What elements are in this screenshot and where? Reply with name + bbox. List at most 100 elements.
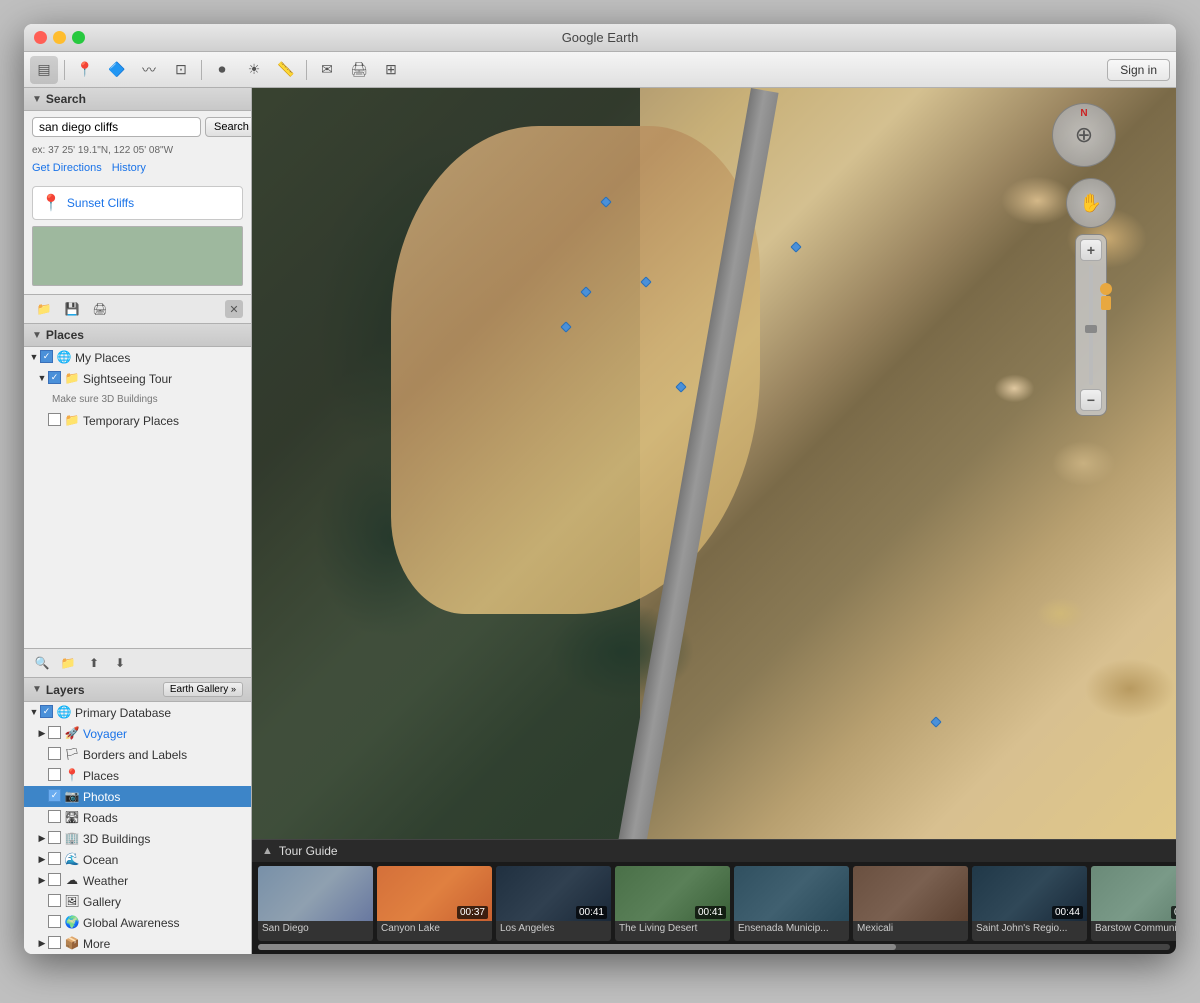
search-button[interactable]: Search — [205, 117, 252, 137]
sightseeing-checkbox[interactable]: ✓ — [48, 371, 61, 384]
window-controls — [34, 31, 85, 44]
tree-item-ocean[interactable]: ▶ 🌊 Ocean — [24, 849, 251, 870]
nav-compass[interactable]: N ⊕ — [1052, 103, 1116, 167]
tour-item-living-desert[interactable]: 00:41 The Living Desert — [615, 866, 730, 941]
add-polygon-button[interactable]: 🔷 — [103, 56, 131, 84]
sign-in-button[interactable]: Sign in — [1107, 59, 1170, 81]
tree-item-my-places[interactable]: ▼ ✓ 🌐 My Places — [24, 347, 251, 368]
photos-checkbox[interactable]: ✓ — [48, 789, 61, 802]
sightseeing-label: Sightseeing Tour — [83, 370, 247, 387]
move-down-button[interactable]: ⬇ — [108, 653, 132, 673]
tree-item-places-layer[interactable]: 📍 Places — [24, 765, 251, 786]
print-places-button[interactable]: 🖨 — [88, 299, 112, 319]
pan-control[interactable]: ✋ — [1066, 178, 1116, 228]
zoom-out-button[interactable]: − — [1080, 389, 1102, 411]
3d-buildings-checkbox[interactable] — [48, 831, 61, 844]
search-section-header[interactable]: ▼ Search — [24, 88, 251, 111]
ocean-checkbox[interactable] — [48, 852, 61, 865]
main-toolbar: ▤ 📍 🔷 〰 ⊡ ⏺ ☀ 📏 ✉ 🖨 ⊞ Sign in — [24, 52, 1176, 88]
places-toolbar: 🔍 📁 ⬆ ⬇ — [24, 648, 251, 677]
close-search-button[interactable]: ✕ — [225, 300, 243, 318]
tour-item-los-angeles[interactable]: 00:41 Los Angeles — [496, 866, 611, 941]
temporary-checkbox[interactable] — [48, 413, 61, 426]
global-awareness-checkbox[interactable] — [48, 915, 61, 928]
weather-checkbox[interactable] — [48, 873, 61, 886]
tour-thumb-san-diego — [258, 866, 373, 921]
ruler-button[interactable]: 📏 — [272, 56, 300, 84]
move-up-button[interactable]: ⬆ — [82, 653, 106, 673]
temporary-icon: 📁 — [64, 412, 80, 428]
tree-item-sightseeing[interactable]: ▼ ✓ 📁 Sightseeing Tour — [24, 368, 251, 389]
tour-item-mexicali[interactable]: Mexicali — [853, 866, 968, 941]
tour-item-barstow[interactable]: 00:44 Barstow Communit... — [1091, 866, 1176, 941]
borders-label: Borders and Labels — [83, 746, 247, 763]
pegman[interactable] — [1098, 283, 1114, 311]
tree-item-3d-buildings[interactable]: ▶ 🏢 3D Buildings — [24, 828, 251, 849]
voyager-checkbox[interactable] — [48, 726, 61, 739]
zoom-in-button[interactable]: + — [1080, 239, 1102, 261]
sidebar-toggle-button[interactable]: ▤ — [30, 56, 58, 84]
add-overlay-button[interactable]: ⊡ — [167, 56, 195, 84]
sightseeing-icon: 📁 — [64, 370, 80, 386]
roads-checkbox[interactable] — [48, 810, 61, 823]
maximize-button[interactable] — [72, 31, 85, 44]
tour-item-canyon-lake[interactable]: 00:37 Canyon Lake — [377, 866, 492, 941]
history-link[interactable]: History — [112, 162, 146, 174]
close-button[interactable] — [34, 31, 47, 44]
places-tree: ▼ ✓ 🌐 My Places ▼ ✓ 📁 Sightseeing Tour M… — [24, 347, 251, 648]
tree-item-global-awareness[interactable]: 🌍 Global Awareness — [24, 912, 251, 933]
main-window: Google Earth ▤ 📍 🔷 〰 ⊡ ⏺ ☀ 📏 ✉ 🖨 ⊞ Sign … — [24, 24, 1176, 954]
search-places-button[interactable]: 🔍 — [30, 653, 54, 673]
my-places-label: My Places — [75, 349, 247, 366]
add-placemark-button[interactable]: 📍 — [71, 56, 99, 84]
primary-db-checkbox[interactable]: ✓ — [40, 705, 53, 718]
add-folder-button[interactable]: 📁 — [32, 299, 56, 319]
places-layer-checkbox[interactable] — [48, 768, 61, 781]
tour-guide-toggle[interactable]: ▲ — [262, 845, 273, 857]
search-result-item[interactable]: 📍 Sunset Cliffs — [32, 186, 243, 220]
tree-item-gallery[interactable]: 🖼 Gallery — [24, 891, 251, 912]
gallery-checkbox[interactable] — [48, 894, 61, 907]
roads-label: Roads — [83, 809, 247, 826]
tree-item-weather[interactable]: ▶ ☁ Weather — [24, 870, 251, 891]
view-maps-button[interactable]: ⊞ — [377, 56, 405, 84]
more-label: More — [83, 935, 247, 952]
email-button[interactable]: ✉ — [313, 56, 341, 84]
zoom-track[interactable] — [1089, 265, 1093, 385]
tour-duration-canyon-lake: 00:37 — [457, 906, 488, 919]
minimize-button[interactable] — [53, 31, 66, 44]
tree-item-borders[interactable]: 🏳 Borders and Labels — [24, 744, 251, 765]
earth-gallery-button[interactable]: Earth Gallery » — [163, 682, 243, 697]
tree-item-photos[interactable]: ✓ 📷 Photos — [24, 786, 251, 807]
main-content-area: ▼ Search Search ex: 37 25' 19.1"N, 122 0… — [24, 88, 1176, 954]
left-panel: ▼ Search Search ex: 37 25' 19.1"N, 122 0… — [24, 88, 252, 954]
tree-item-primary-db[interactable]: ▼ ✓ 🌐 Primary Database — [24, 702, 251, 723]
tour-item-ensenada[interactable]: Ensenada Municip... — [734, 866, 849, 941]
tree-item-more[interactable]: ▶ 📦 More — [24, 933, 251, 954]
tour-item-san-diego[interactable]: San Diego — [258, 866, 373, 941]
gallery-toggle — [36, 893, 48, 909]
tour-item-saint-johns[interactable]: 00:44 Saint John's Regio... — [972, 866, 1087, 941]
tour-scrollbar[interactable] — [258, 944, 1170, 950]
record-tour-button[interactable]: ⏺ — [208, 56, 236, 84]
tour-guide-panel: ▲ Tour Guide San Diego 00:37 Canyon Lake… — [252, 839, 1176, 954]
my-places-checkbox[interactable]: ✓ — [40, 350, 53, 363]
zoom-thumb — [1085, 325, 1097, 333]
sun-button[interactable]: ☀ — [240, 56, 268, 84]
map-view[interactable]: N ⊕ ✋ + − — [252, 88, 1176, 839]
pegman-body — [1101, 296, 1111, 310]
add-path-button[interactable]: 〰 — [135, 56, 163, 84]
tree-item-roads[interactable]: 🛣 Roads — [24, 807, 251, 828]
primary-db-icon: 🌐 — [56, 704, 72, 720]
more-checkbox[interactable] — [48, 936, 61, 949]
voyager-icon: 🚀 — [64, 725, 80, 741]
tree-item-voyager[interactable]: ▶ 🚀 Voyager — [24, 723, 251, 744]
print-button[interactable]: 🖨 — [345, 56, 373, 84]
save-to-myplaces-button[interactable]: 💾 — [60, 299, 84, 319]
tree-item-temporary[interactable]: 📁 Temporary Places — [24, 410, 251, 431]
search-input[interactable] — [32, 117, 201, 137]
get-directions-link[interactable]: Get Directions — [32, 162, 102, 174]
borders-checkbox[interactable] — [48, 747, 61, 760]
add-places-folder-button[interactable]: 📁 — [56, 653, 80, 673]
places-section-header[interactable]: ▼ Places — [24, 324, 251, 347]
